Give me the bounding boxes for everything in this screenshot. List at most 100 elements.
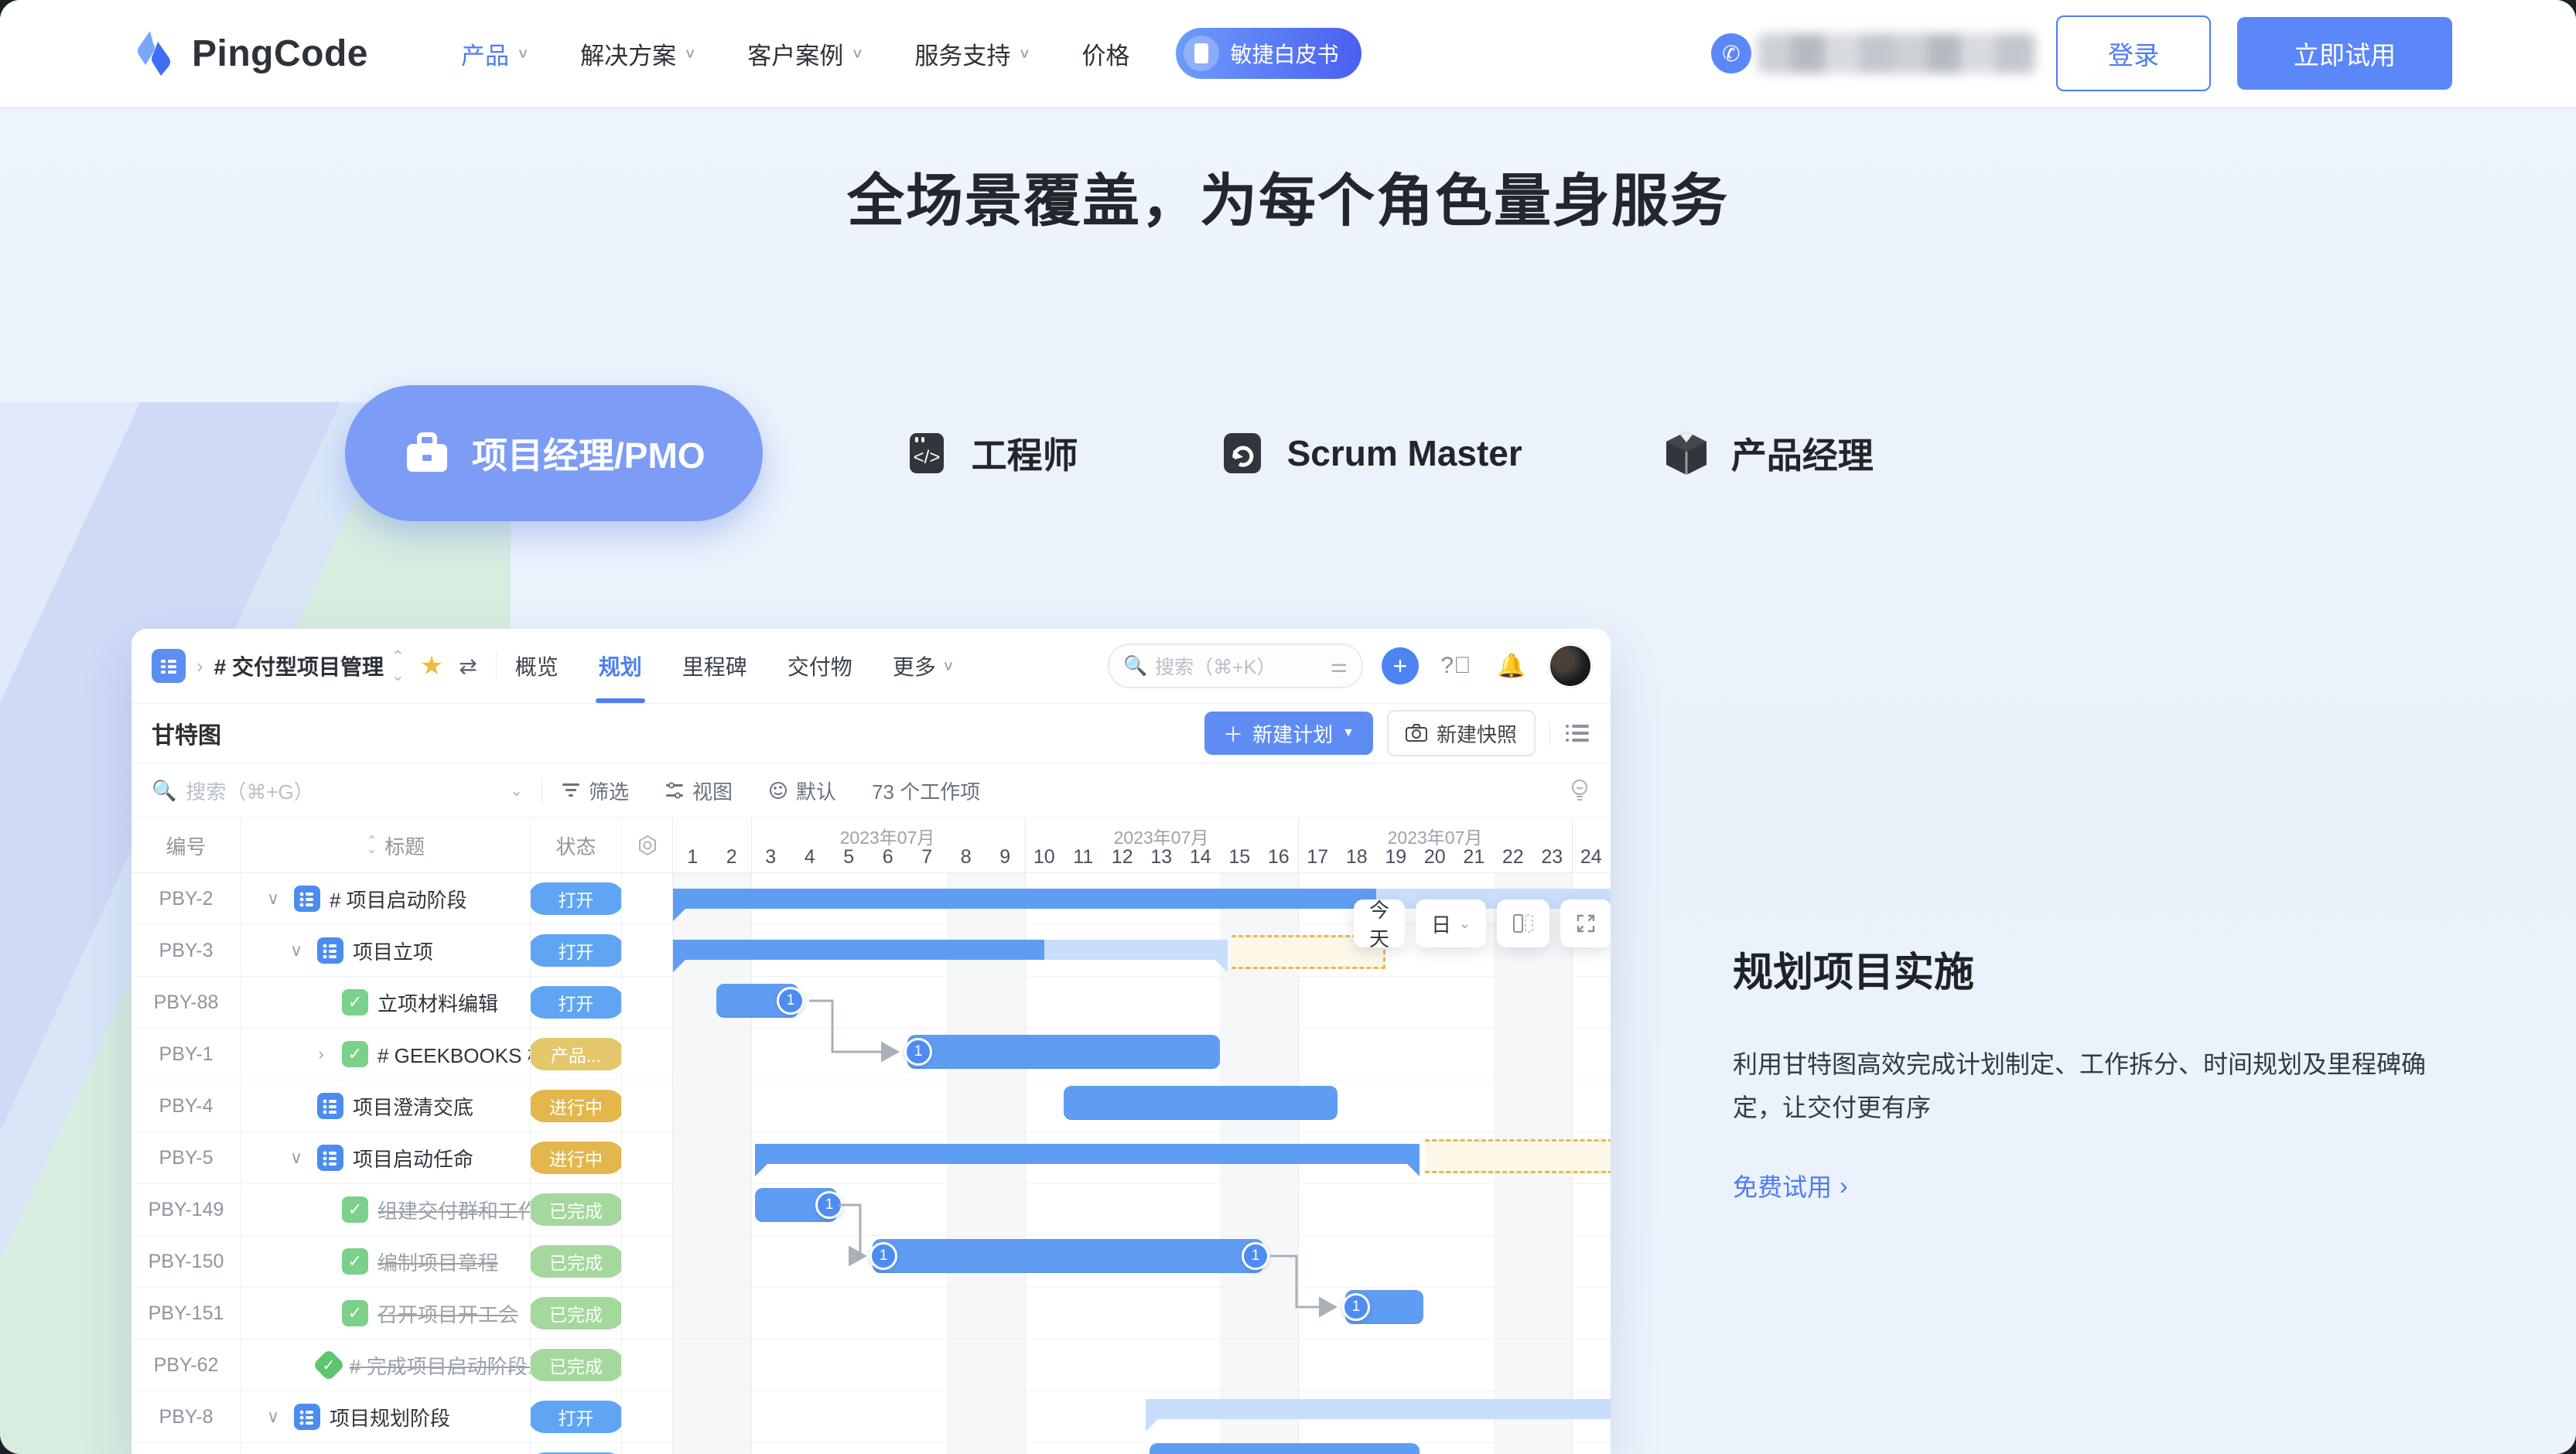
gantt-bar-task[interactable] [1150, 1443, 1420, 1454]
view-config-icon[interactable] [1564, 722, 1590, 745]
whitepaper-badge[interactable]: 敏捷白皮书 [1176, 28, 1361, 79]
role-tab-Scrum Master[interactable]: Scrum Master [1218, 428, 1522, 478]
status-badge[interactable]: 进行中 [531, 1090, 622, 1122]
gantt-bar-dashed[interactable] [1425, 1139, 1611, 1173]
gantt-bar-light[interactable] [1044, 940, 1228, 960]
gantt-bar-task[interactable] [1064, 1086, 1338, 1120]
swap-icon[interactable]: ⇄ [459, 654, 477, 679]
nav-menu: 产品∨ 解决方案∨ 客户案例∨ 服务支持∨ 价格 [461, 36, 1129, 71]
project-icon[interactable] [152, 649, 186, 683]
nav-item-客户案例[interactable]: 客户案例∨ [747, 36, 863, 71]
today-button[interactable]: 今天 [1354, 899, 1405, 947]
gantt-bar-light[interactable] [1146, 1399, 1611, 1419]
column-header-status[interactable]: 状态 [531, 818, 622, 872]
tab-概览[interactable]: 概览 [515, 629, 559, 703]
global-search-input[interactable]: 🔍 搜索（⌘+K） ⚌ [1108, 643, 1363, 688]
breadcrumb-project[interactable]: # 交付型项目管理 [214, 650, 384, 681]
logo[interactable]: PingCode [132, 28, 368, 79]
nav-item-解决方案[interactable]: 解决方案∨ [580, 36, 696, 71]
tab-交付物[interactable]: 交付物 [787, 629, 852, 703]
try-now-button[interactable]: 立即试用 [2237, 17, 2452, 90]
notifications-bell-icon[interactable]: 🔔 [1493, 647, 1530, 684]
row-title-cell[interactable]: 项目澄清交底 [241, 1080, 531, 1131]
dependency-count-badge[interactable]: 1 [1242, 1242, 1269, 1270]
status-badge[interactable]: 已完成 [531, 1297, 622, 1329]
status-badge[interactable]: 打开 [531, 986, 622, 1019]
app-top-bar: › # 交付型项目管理 ⌃⌄ ★ ⇄ 概览规划里程碑交付物更多∨ 🔍 搜索（⌘+… [132, 629, 1611, 704]
tab-规划[interactable]: 规划 [599, 629, 642, 703]
dependency-count-badge[interactable]: 1 [815, 1191, 843, 1219]
row-title-cell[interactable]: ∨项目规划阶段 [241, 1391, 531, 1442]
status-badge[interactable]: 已完成 [531, 1349, 622, 1381]
status-badge[interactable]: 已完成 [531, 1193, 622, 1226]
login-button[interactable]: 登录 [2056, 15, 2211, 91]
lightbulb-icon[interactable] [1569, 778, 1590, 803]
status-badge[interactable]: 打开 [531, 1401, 622, 1433]
fullscreen-button[interactable] [1560, 899, 1611, 947]
status-badge[interactable]: 打开 [531, 934, 622, 967]
project-switcher-icon[interactable]: ⌃⌄ [391, 647, 403, 685]
chevron-down-icon[interactable]: ∨ [261, 1407, 285, 1427]
row-title-cell[interactable]: ✓# 完成项目启动阶段... [241, 1340, 531, 1391]
gantt-bar-solid[interactable] [755, 1144, 1420, 1164]
row-title-cell[interactable]: ✓组建交付群和工作台 [241, 1184, 531, 1235]
tab-里程碑[interactable]: 里程碑 [682, 629, 747, 703]
gantt-bar-solid[interactable] [673, 940, 1044, 960]
task-icon: ✓ [342, 989, 368, 1015]
status-badge[interactable]: 产品... [531, 1038, 622, 1070]
row-title-cell[interactable]: ∨# 项目启动阶段 [241, 873, 531, 924]
row-id: PBY-4 [132, 1080, 241, 1131]
sort-icon[interactable]: ⌃⌄ [367, 837, 377, 854]
column-header-id[interactable]: 编号 [132, 818, 241, 872]
role-tab-项目经理/PMO[interactable]: 项目经理/PMO [345, 385, 763, 521]
search-filter-icon[interactable]: ⚌ [1331, 654, 1348, 678]
week-gridline [1572, 818, 1573, 872]
nav-item-label: 客户案例 [747, 36, 843, 71]
chevron-down-icon[interactable]: ∨ [285, 940, 308, 961]
gantt-bar-task[interactable] [907, 1035, 1220, 1069]
style-default-button[interactable]: 默认 [768, 776, 836, 805]
filter-button[interactable]: 筛选 [561, 776, 629, 805]
dependency-count-badge[interactable]: 1 [1342, 1293, 1370, 1321]
nav-item-产品[interactable]: 产品∨ [461, 36, 529, 71]
task-icon: ✓ [342, 1041, 368, 1067]
row-title-cell[interactable]: ∨项目启动任命 [241, 1132, 531, 1183]
gantt-bar-solid[interactable] [673, 889, 1376, 909]
dependency-count-badge[interactable]: 1 [777, 987, 805, 1015]
row-title-cell[interactable]: ›✓# GEEKBOOKS 极... [241, 1029, 531, 1080]
row-title-cell[interactable]: ✓召开项目开工会 [241, 1288, 531, 1339]
favorite-star-icon[interactable]: ★ [420, 650, 443, 681]
chevron-down-icon[interactable]: ∨ [261, 889, 285, 909]
chevron-down-icon[interactable]: ∨ [285, 1148, 308, 1168]
free-trial-link[interactable]: 免费试用 › [1733, 1168, 2475, 1203]
dependency-count-badge[interactable]: 1 [869, 1242, 897, 1270]
column-settings-gear-icon[interactable] [622, 818, 673, 872]
dependency-count-badge[interactable]: 1 [904, 1038, 932, 1066]
view-settings-button[interactable]: 视图 [664, 776, 733, 805]
create-button[interactable]: + [1382, 647, 1419, 684]
row-title-cell[interactable]: ∨项目立项 [241, 925, 531, 976]
new-plan-button[interactable]: ＋ 新建计划 ▼ [1204, 712, 1373, 755]
time-unit-select[interactable]: 日⌄ [1416, 899, 1486, 947]
status-badge[interactable]: 进行中 [531, 1142, 622, 1174]
role-tab-label: 产品经理 [1731, 428, 1874, 479]
row-title-cell[interactable]: ✓编制项目章程 [241, 1236, 531, 1287]
role-tab-产品经理[interactable]: 产品经理 [1662, 428, 1874, 479]
nav-item-服务支持[interactable]: 服务支持∨ [914, 36, 1030, 71]
user-avatar[interactable] [1549, 644, 1592, 688]
help-icon[interactable]: ?⃝ [1437, 647, 1474, 684]
row-title-cell[interactable]: ›总体设计=实施方案（... [241, 1443, 531, 1454]
split-view-button[interactable] [1497, 899, 1549, 947]
gantt-bar-task[interactable] [873, 1239, 1263, 1273]
chevron-right-icon[interactable]: › [309, 1044, 333, 1064]
status-badge[interactable]: 已完成 [531, 1245, 622, 1278]
status-badge[interactable]: 打开 [531, 882, 622, 915]
gantt-search-input[interactable]: 🔍 搜索（⌘+G） ⌄ [152, 776, 523, 805]
role-tab-工程师[interactable]: </>工程师 [902, 428, 1078, 479]
tab-更多[interactable]: 更多∨ [893, 629, 955, 703]
row-title-cell[interactable]: ✓立项材料编辑 [241, 977, 531, 1028]
row-gear-spacer [622, 1236, 673, 1287]
new-snapshot-button[interactable]: 新建快照 [1387, 710, 1536, 756]
column-header-title[interactable]: ⌃⌄ 标题 [241, 818, 531, 872]
nav-item-价格[interactable]: 价格 [1081, 36, 1129, 71]
